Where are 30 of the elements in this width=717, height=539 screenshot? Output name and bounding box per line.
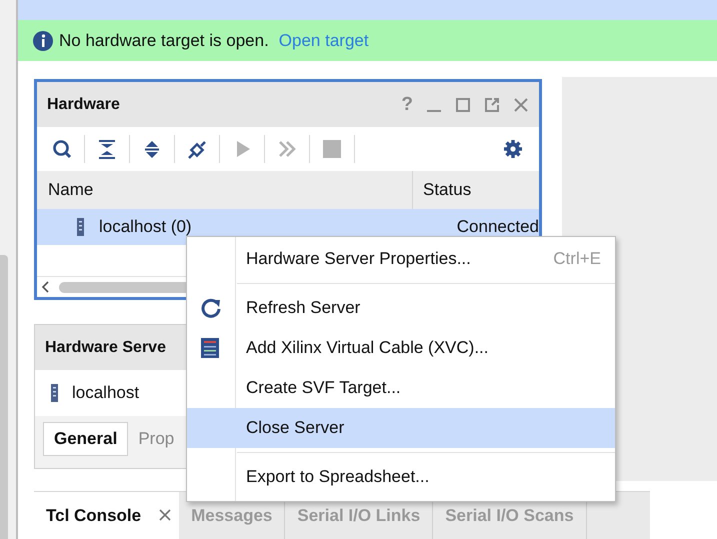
menu-item[interactable]: Close Server — [187, 408, 615, 448]
server-icon — [50, 384, 59, 402]
close-icon[interactable] — [159, 492, 180, 539]
table-cell-text: Connected — [456, 217, 539, 238]
close-icon[interactable] — [513, 96, 529, 113]
plug-icon[interactable] — [187, 139, 207, 160]
scrollbar[interactable] — [0, 255, 8, 539]
float-icon[interactable] — [484, 96, 500, 113]
maximize-icon[interactable] — [455, 96, 471, 113]
tab[interactable]: General — [43, 422, 128, 456]
panel-title: Hardware — [47, 96, 120, 114]
scroll-left-icon[interactable] — [41, 280, 51, 294]
server-name: localhost — [72, 383, 140, 404]
column-header[interactable]: Name — [37, 171, 412, 210]
collapse-all-icon[interactable] — [97, 139, 117, 160]
table-cell: localhost (0) — [99, 217, 192, 238]
info-icon — [33, 30, 53, 51]
settings-icon[interactable] — [503, 139, 523, 160]
refresh-icon — [201, 298, 221, 318]
device-icon — [201, 338, 221, 358]
expand-all-icon[interactable] — [142, 139, 162, 160]
panel-title: Hardware Serve — [45, 338, 166, 357]
menu-item[interactable]: Refresh Server — [187, 288, 615, 328]
server-icon — [76, 218, 85, 236]
menu-item[interactable]: Add Xilinx Virtual Cable (XVC)... — [187, 328, 615, 368]
tab[interactable]: Tcl Console — [34, 492, 160, 539]
menu-item[interactable]: Create SVF Target... — [187, 368, 615, 408]
info-message: No hardware target is open. — [59, 30, 269, 51]
search-icon[interactable] — [52, 139, 72, 160]
shortcut-label: Ctrl+E — [553, 249, 601, 269]
